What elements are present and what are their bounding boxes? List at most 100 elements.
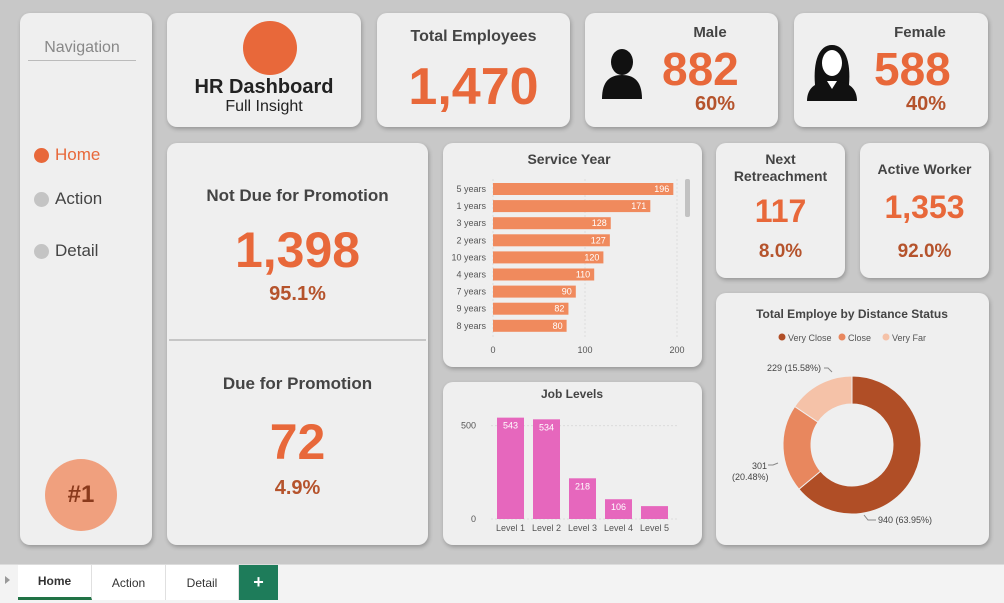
donut-leader-line [768,462,779,466]
female-value: 588 [874,43,951,95]
not-due-promotion-label: Not Due for Promotion [206,186,389,205]
female-person-icon-svg [807,45,857,101]
job-levels-category-label: Level 2 [532,523,561,533]
service-year-category-label: 4 years [456,270,486,280]
donut-data-label: (20.48%) [732,472,769,482]
donut-data-label: 301 [752,461,767,471]
service-year-category-label: 7 years [456,287,486,297]
active-worker-card: Active Worker 1,353 92.0% [860,143,989,278]
nav-item-detail[interactable]: Detail [34,241,98,261]
service-year-value-label: 120 [584,252,599,262]
tab-label: Home [37,574,72,588]
service-year-x-tick: 200 [669,345,684,355]
service-year-category-label: 1 years [456,201,486,211]
legend-swatch-icon [882,333,890,341]
next-retreachment-percent: 8.0% [758,241,803,262]
job-levels-category-label: Level 5 [640,523,669,533]
nav-dot-icon [34,147,49,163]
nav-item-label: Action [55,189,103,208]
service-year-value-label: 128 [592,218,607,228]
not-due-promotion-percent: 95.1% [269,283,326,305]
service-year-chart: Service Year 5 years 196 1 years 171 3 years… [451,151,690,355]
nav-dot-icon [34,243,49,259]
navigation-panel: Navigation Home Action Detail #1 [20,13,152,545]
job-levels-value-label: 543 [503,421,518,431]
job-levels-bar[interactable] [497,417,524,519]
male-label: Male [693,24,727,41]
page-title: HR Dashboard [194,76,334,98]
sheet-tab-bar: Home Action Detail + [0,564,1004,603]
service-year-bar[interactable] [493,200,651,213]
service-year-card: Service Year 5 years 196 1 years 171 3 years… [443,143,702,367]
male-card: Male 882 60% [585,13,778,127]
male-percent: 60% [695,93,736,115]
next-retreachment-label-line1: Next [765,151,796,167]
job-levels-value-label: 218 [575,481,590,491]
active-worker-label: Active Worker [877,161,972,177]
total-employees-card: Total Employees 1,470 [377,13,570,127]
navigation-title: Navigation [28,39,136,61]
page-number-badge: #1 [45,459,117,531]
job-levels-card: Job Levels 543 534 218 106 0 500 Level 1 Leve… [443,382,702,545]
active-worker-value: 1,353 [884,189,965,225]
header-card: HR Dashboard Full Insight [167,13,361,127]
total-employees-label: Total Employees [410,28,537,45]
tab-detail[interactable]: Detail [166,565,239,600]
job-levels-category-label: Level 4 [604,523,633,533]
promotion-divider [169,339,426,341]
tab-label: Detail [186,575,218,590]
due-promotion-value: 72 [269,414,326,470]
job-levels-value-label: 106 [611,502,626,512]
legend-swatch-icon [778,333,786,341]
page-subtitle: Full Insight [225,98,303,115]
service-year-category-label: 3 years [456,218,486,228]
donut-data-label: 229 (15.58%) [767,363,821,373]
plus-icon: + [253,572,264,592]
due-promotion-label: Due for Promotion [222,374,373,393]
female-person-icon [805,41,859,101]
active-worker-percent: 92.0% [897,241,952,262]
job-levels-bar[interactable] [641,506,668,519]
promotion-card: Not Due for Promotion 1,398 95.1% Due fo… [167,143,428,545]
nav-item-action[interactable]: Action [34,189,102,209]
service-year-value-label: 171 [631,201,646,211]
job-levels-y-tick: 0 [471,514,476,524]
nav-item-label: Detail [55,241,99,260]
legend-label: Very Far [892,333,926,343]
service-year-x-tick: 100 [577,345,592,355]
service-year-bar[interactable] [493,183,674,195]
page-number-text: #1 [67,481,95,508]
tab-action[interactable]: Action [92,565,166,600]
add-tab-button[interactable]: + [239,565,278,600]
job-levels-value-label: 534 [539,422,554,432]
nav-dot-icon [34,191,49,207]
dashboard-canvas: Navigation Home Action Detail #1 HR Dash… [0,0,1004,564]
tab-scroll-left-icon[interactable] [5,576,10,584]
service-year-category-label: 8 years [456,321,486,331]
service-year-value-label: 82 [554,304,564,314]
legend-label: Very Close [788,333,832,343]
tab-home[interactable]: Home [18,565,92,600]
male-person-icon-svg [602,49,642,99]
tab-label: Action [111,575,146,590]
logo-circle-icon [243,21,297,75]
job-levels-title: Job Levels [541,387,603,401]
service-year-category-label: 5 years [456,184,486,194]
next-retreachment-label-line2: Retreachment [733,168,828,184]
next-retreachment-value: 117 [754,193,807,229]
total-employees-value: 1,470 [408,58,539,116]
due-promotion-percent: 4.9% [274,477,321,499]
service-year-value-label: 80 [553,321,563,331]
next-retreachment-card: Next Retreachment 117 8.0% [716,143,845,278]
not-due-promotion-value: 1,398 [234,222,361,278]
service-year-scrollbar[interactable] [685,179,690,217]
female-percent: 40% [906,93,947,115]
job-levels-bar[interactable] [533,419,560,519]
service-year-value-label: 127 [591,235,606,245]
service-year-value-label: 196 [654,184,669,194]
male-value: 882 [662,43,739,95]
donut-leader-line [863,514,876,521]
service-year-category-label: 10 years [451,252,486,262]
service-year-title: Service Year [527,151,611,167]
nav-item-home[interactable]: Home [34,145,100,165]
